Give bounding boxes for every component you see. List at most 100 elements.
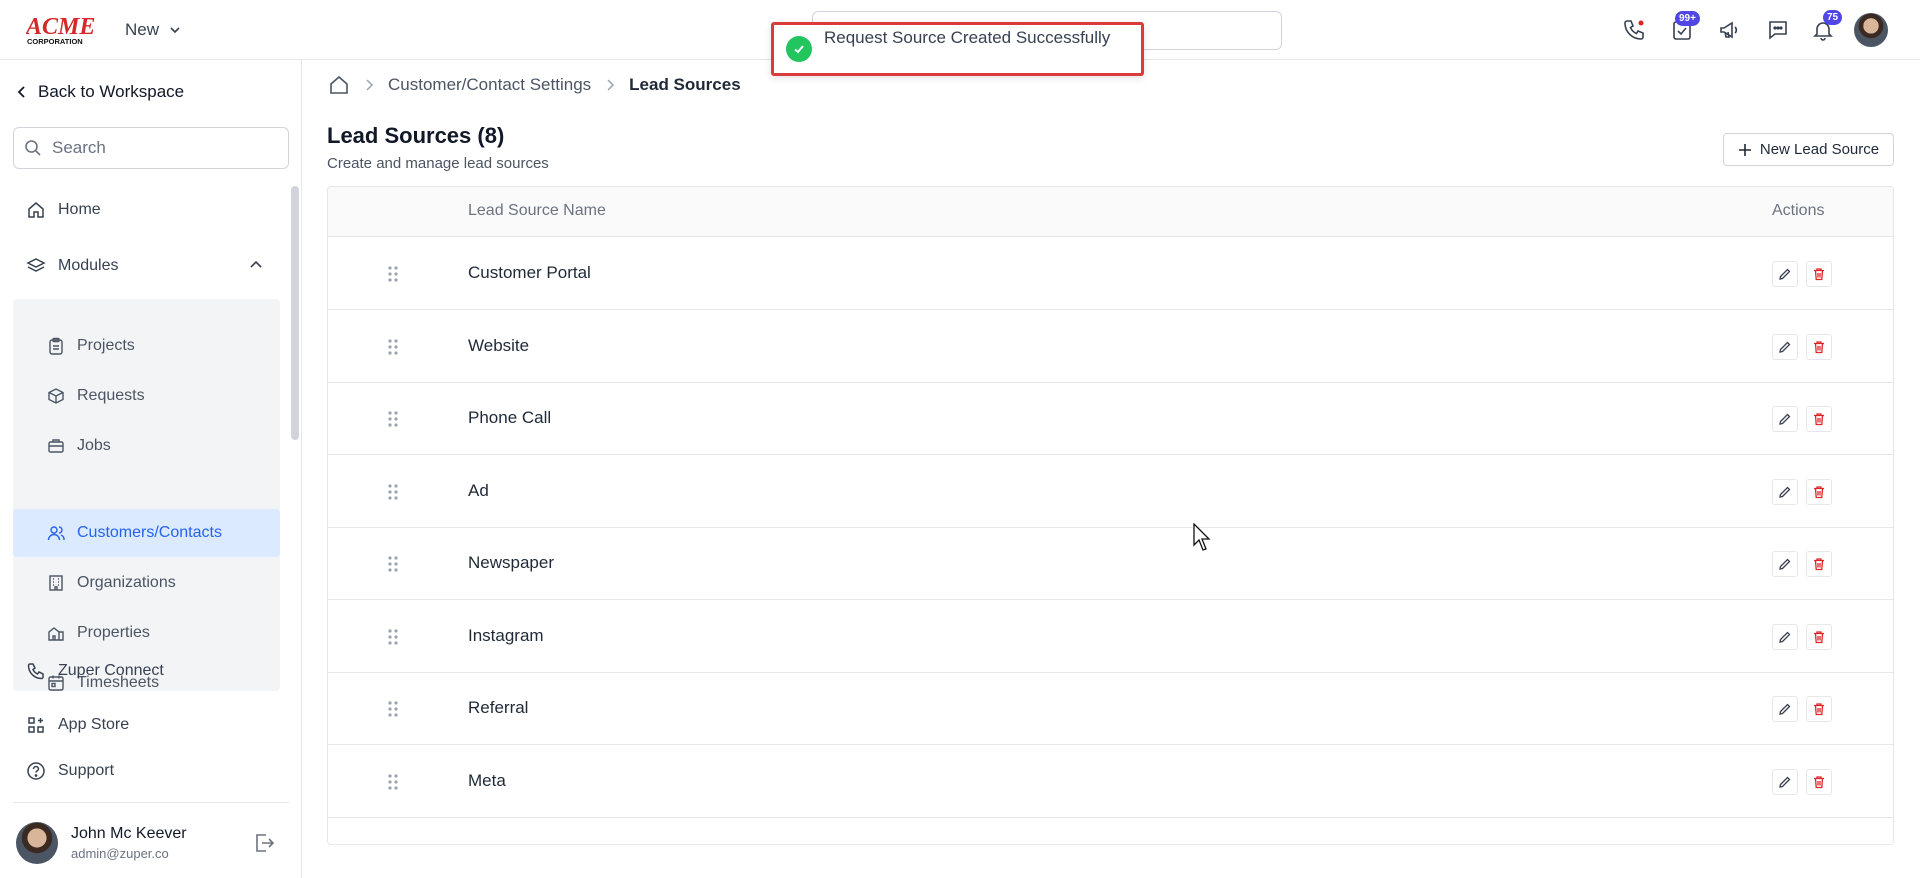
clipboard-icon	[49, 337, 63, 355]
requests-label: Requests	[77, 387, 145, 404]
trash-icon	[1814, 413, 1824, 426]
trash-icon	[1814, 485, 1824, 498]
table-row: Newspaper	[328, 527, 1893, 600]
delete-button[interactable]	[1806, 406, 1832, 432]
success-toast: Request Source Created Successfully	[771, 22, 1144, 76]
mouse-cursor-icon	[1193, 523, 1211, 551]
box-icon	[48, 388, 64, 404]
lead-source-name: Ad	[468, 480, 489, 500]
breadcrumb-parent[interactable]: Customer/Contact Settings	[388, 75, 591, 95]
edit-button[interactable]	[1772, 261, 1798, 287]
trash-icon	[1814, 703, 1824, 716]
new-dropdown-button[interactable]: New	[125, 18, 181, 42]
chevron-right-icon	[607, 79, 615, 91]
acme-logo[interactable]: ACME CORPORATION	[26, 12, 102, 46]
lead-source-name: Meta	[468, 770, 506, 790]
user-name: John Mc Keever	[71, 825, 187, 842]
drag-handle-icon[interactable]	[387, 700, 399, 718]
chevron-left-icon	[17, 86, 25, 98]
layers-icon	[26, 258, 46, 272]
delete-button[interactable]	[1806, 333, 1832, 360]
zuper-connect-label: Zuper Connect	[58, 662, 164, 679]
home-icon	[28, 202, 44, 218]
pencil-icon	[1779, 413, 1791, 425]
delete-button[interactable]	[1806, 696, 1832, 722]
edit-button[interactable]	[1772, 551, 1798, 577]
sidebar-search-input[interactable]	[52, 138, 272, 158]
logout-icon[interactable]	[252, 831, 276, 855]
app-store-label: App Store	[58, 716, 130, 733]
pencil-icon	[1779, 776, 1791, 788]
sidebar-item-requests[interactable]: Requests	[13, 372, 280, 420]
lead-source-name: Customer Portal	[468, 263, 591, 282]
sidebar-item-projects[interactable]: Projects	[13, 322, 280, 370]
edit-button[interactable]	[1772, 333, 1798, 360]
sidebar-item-properties[interactable]: Properties	[13, 609, 280, 657]
sidebar-item-support[interactable]: Support	[26, 761, 114, 781]
drag-handle-icon[interactable]	[387, 628, 399, 646]
megaphone-icon[interactable]	[1716, 16, 1744, 44]
edit-button[interactable]	[1772, 406, 1798, 432]
phone-icon[interactable]	[1620, 16, 1648, 44]
pencil-icon	[1779, 486, 1791, 498]
help-circle-icon	[27, 762, 45, 780]
delete-button[interactable]	[1806, 478, 1832, 505]
sidebar-item-organizations[interactable]: Organizations	[13, 559, 280, 607]
delete-button[interactable]	[1806, 768, 1832, 795]
sidebar-search[interactable]	[13, 127, 289, 169]
delete-button[interactable]	[1806, 623, 1832, 650]
breadcrumb: Customer/Contact Settings Lead Sources	[328, 74, 741, 96]
sidebar-item-jobs[interactable]: Jobs	[13, 422, 280, 470]
search-icon	[25, 140, 41, 156]
support-label: Support	[58, 762, 115, 779]
new-lead-source-label: New Lead Source	[1759, 141, 1880, 158]
table-row: Meta	[328, 745, 1893, 818]
drag-handle-icon[interactable]	[387, 410, 399, 428]
users-icon	[47, 526, 65, 541]
table-header: Lead Source Name Actions	[328, 187, 1893, 237]
drag-handle-icon[interactable]	[387, 483, 399, 501]
drag-handle-icon[interactable]	[387, 773, 399, 791]
pencil-icon	[1779, 341, 1791, 353]
table-row: Referral	[328, 672, 1893, 745]
sidebar-scrollbar[interactable]	[291, 186, 299, 440]
avatar[interactable]	[16, 822, 58, 864]
new-lead-source-button[interactable]: New Lead Source	[1723, 133, 1894, 166]
lead-source-name: Newspaper	[468, 553, 554, 572]
edit-button[interactable]	[1772, 768, 1798, 795]
home-icon[interactable]	[328, 74, 350, 96]
column-header-actions: Actions	[1772, 202, 1825, 219]
back-label: Back to Workspace	[38, 82, 185, 101]
drag-handle-icon[interactable]	[387, 338, 399, 356]
building-icon	[49, 575, 63, 591]
sidebar-item-home[interactable]: Home	[26, 200, 101, 220]
column-header-name: Lead Source Name	[468, 202, 606, 219]
breadcrumb-current: Lead Sources	[629, 75, 741, 94]
drag-handle-icon[interactable]	[387, 555, 399, 573]
pencil-icon	[1779, 558, 1791, 570]
properties-label: Properties	[77, 624, 150, 641]
lead-source-name: Phone Call	[468, 408, 552, 427]
chevron-up-icon[interactable]	[248, 257, 264, 273]
sidebar-item-zuper-connect[interactable]: Zuper Connect	[26, 661, 164, 681]
user-email: admin@zuper.co	[71, 846, 169, 861]
sidebar-item-modules[interactable]: Modules	[26, 256, 118, 276]
trash-icon	[1814, 775, 1824, 788]
table-row: Website	[328, 310, 1893, 383]
edit-button[interactable]	[1772, 623, 1798, 650]
plus-icon	[1738, 143, 1751, 156]
sidebar-item-app-store[interactable]: App Store	[26, 715, 129, 735]
page-title: Lead Sources (8)	[327, 123, 505, 148]
delete-button[interactable]	[1806, 261, 1832, 287]
edit-button[interactable]	[1772, 696, 1798, 722]
lead-sources-table: Lead Source Name Actions Customer Portal…	[327, 186, 1894, 845]
back-to-workspace-link[interactable]: Back to Workspace	[16, 82, 184, 102]
sidebar-item-customers-contacts[interactable]: Customers/Contacts	[13, 509, 280, 557]
user-avatar-top[interactable]	[1854, 13, 1888, 47]
edit-button[interactable]	[1772, 478, 1798, 505]
drag-handle-icon[interactable]	[387, 265, 399, 283]
projects-label: Projects	[77, 337, 135, 354]
notifications-badge: 75	[1823, 10, 1843, 25]
chat-icon[interactable]	[1764, 16, 1792, 44]
delete-button[interactable]	[1806, 551, 1832, 577]
